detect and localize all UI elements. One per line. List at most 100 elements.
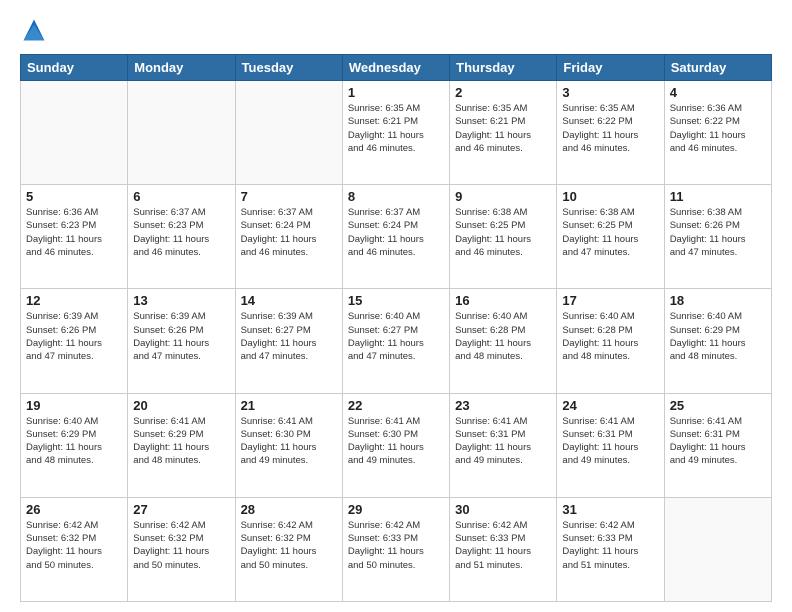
day-number: 6 xyxy=(133,189,229,204)
calendar-cell: 22 Sunrise: 6:41 AM Sunset: 6:30 PM Dayli… xyxy=(342,393,449,497)
calendar-week-1: 5Sunrise: 6:36 AM Sunset: 6:23 PM Daylig… xyxy=(21,185,772,289)
day-number: 19 xyxy=(26,398,122,413)
calendar-cell: 16 Sunrise: 6:40 AM Sunset: 6:28 PM Dayli… xyxy=(450,289,557,393)
day-number: 11 xyxy=(670,189,766,204)
day-info: Sunrise: 6:42 AM Sunset: 6:33 PM Dayligh… xyxy=(455,519,551,572)
day-number: 31 xyxy=(562,502,658,517)
day-number: 17 xyxy=(562,293,658,308)
day-number: 4 xyxy=(670,85,766,100)
weekday-header-friday: Friday xyxy=(557,55,664,81)
day-info: Sunrise: 6:41 AM Sunset: 6:30 PM Dayligh… xyxy=(348,415,444,468)
day-info: Sunrise: 6:36 AM Sunset: 6:22 PM Dayligh… xyxy=(670,102,766,155)
calendar-cell: 1Sunrise: 6:35 AM Sunset: 6:21 PM Daylig… xyxy=(342,81,449,185)
day-info: Sunrise: 6:38 AM Sunset: 6:25 PM Dayligh… xyxy=(562,206,658,259)
weekday-header-tuesday: Tuesday xyxy=(235,55,342,81)
calendar-cell: 31 Sunrise: 6:42 AM Sunset: 6:33 PM Dayli… xyxy=(557,497,664,601)
day-number: 29 xyxy=(348,502,444,517)
calendar-header: SundayMondayTuesdayWednesdayThursdayFrid… xyxy=(21,55,772,81)
calendar-cell: 23 Sunrise: 6:41 AM Sunset: 6:31 PM Dayli… xyxy=(450,393,557,497)
day-number: 14 xyxy=(241,293,337,308)
calendar-week-3: 19 Sunrise: 6:40 AM Sunset: 6:29 PM Dayli… xyxy=(21,393,772,497)
calendar-cell: 17 Sunrise: 6:40 AM Sunset: 6:28 PM Dayli… xyxy=(557,289,664,393)
calendar-cell: 26 Sunrise: 6:42 AM Sunset: 6:32 PM Dayli… xyxy=(21,497,128,601)
calendar-cell: 7Sunrise: 6:37 AM Sunset: 6:24 PM Daylig… xyxy=(235,185,342,289)
day-info: Sunrise: 6:38 AM Sunset: 6:25 PM Dayligh… xyxy=(455,206,551,259)
calendar-cell: 10 Sunrise: 6:38 AM Sunset: 6:25 PM Dayli… xyxy=(557,185,664,289)
calendar-cell: 21 Sunrise: 6:41 AM Sunset: 6:30 PM Dayli… xyxy=(235,393,342,497)
calendar-cell: 27 Sunrise: 6:42 AM Sunset: 6:32 PM Dayli… xyxy=(128,497,235,601)
day-info: Sunrise: 6:41 AM Sunset: 6:31 PM Dayligh… xyxy=(562,415,658,468)
calendar: SundayMondayTuesdayWednesdayThursdayFrid… xyxy=(20,54,772,602)
calendar-cell: 4 Sunrise: 6:36 AM Sunset: 6:22 PM Daylig… xyxy=(664,81,771,185)
weekday-header-wednesday: Wednesday xyxy=(342,55,449,81)
day-info: Sunrise: 6:42 AM Sunset: 6:32 PM Dayligh… xyxy=(133,519,229,572)
calendar-cell: 24 Sunrise: 6:41 AM Sunset: 6:31 PM Dayli… xyxy=(557,393,664,497)
calendar-cell: 12 Sunrise: 6:39 AM Sunset: 6:26 PM Dayli… xyxy=(21,289,128,393)
calendar-cell: 13 Sunrise: 6:39 AM Sunset: 6:26 PM Dayli… xyxy=(128,289,235,393)
day-info: Sunrise: 6:40 AM Sunset: 6:27 PM Dayligh… xyxy=(348,310,444,363)
day-info: Sunrise: 6:42 AM Sunset: 6:32 PM Dayligh… xyxy=(26,519,122,572)
day-info: Sunrise: 6:35 AM Sunset: 6:22 PM Dayligh… xyxy=(562,102,658,155)
day-number: 23 xyxy=(455,398,551,413)
day-number: 16 xyxy=(455,293,551,308)
day-info: Sunrise: 6:41 AM Sunset: 6:31 PM Dayligh… xyxy=(455,415,551,468)
day-number: 20 xyxy=(133,398,229,413)
day-number: 8 xyxy=(348,189,444,204)
day-number: 30 xyxy=(455,502,551,517)
calendar-cell: 9 Sunrise: 6:38 AM Sunset: 6:25 PM Daylig… xyxy=(450,185,557,289)
day-info: Sunrise: 6:42 AM Sunset: 6:33 PM Dayligh… xyxy=(348,519,444,572)
calendar-cell: 18 Sunrise: 6:40 AM Sunset: 6:29 PM Dayli… xyxy=(664,289,771,393)
calendar-body: 1Sunrise: 6:35 AM Sunset: 6:21 PM Daylig… xyxy=(21,81,772,602)
day-info: Sunrise: 6:42 AM Sunset: 6:32 PM Dayligh… xyxy=(241,519,337,572)
calendar-cell xyxy=(235,81,342,185)
day-info: Sunrise: 6:37 AM Sunset: 6:23 PM Dayligh… xyxy=(133,206,229,259)
day-info: Sunrise: 6:40 AM Sunset: 6:29 PM Dayligh… xyxy=(26,415,122,468)
calendar-cell: 11 Sunrise: 6:38 AM Sunset: 6:26 PM Dayli… xyxy=(664,185,771,289)
weekday-header-row: SundayMondayTuesdayWednesdayThursdayFrid… xyxy=(21,55,772,81)
calendar-cell: 20 Sunrise: 6:41 AM Sunset: 6:29 PM Dayli… xyxy=(128,393,235,497)
day-info: Sunrise: 6:37 AM Sunset: 6:24 PM Dayligh… xyxy=(348,206,444,259)
day-info: Sunrise: 6:35 AM Sunset: 6:21 PM Dayligh… xyxy=(348,102,444,155)
calendar-cell xyxy=(664,497,771,601)
calendar-week-4: 26 Sunrise: 6:42 AM Sunset: 6:32 PM Dayli… xyxy=(21,497,772,601)
day-info: Sunrise: 6:38 AM Sunset: 6:26 PM Dayligh… xyxy=(670,206,766,259)
page: SundayMondayTuesdayWednesdayThursdayFrid… xyxy=(0,0,792,612)
day-number: 21 xyxy=(241,398,337,413)
calendar-cell: 30 Sunrise: 6:42 AM Sunset: 6:33 PM Dayli… xyxy=(450,497,557,601)
day-info: Sunrise: 6:35 AM Sunset: 6:21 PM Dayligh… xyxy=(455,102,551,155)
calendar-cell: 29 Sunrise: 6:42 AM Sunset: 6:33 PM Dayli… xyxy=(342,497,449,601)
day-number: 18 xyxy=(670,293,766,308)
calendar-cell xyxy=(21,81,128,185)
day-info: Sunrise: 6:42 AM Sunset: 6:33 PM Dayligh… xyxy=(562,519,658,572)
day-info: Sunrise: 6:40 AM Sunset: 6:28 PM Dayligh… xyxy=(455,310,551,363)
day-info: Sunrise: 6:41 AM Sunset: 6:29 PM Dayligh… xyxy=(133,415,229,468)
calendar-cell: 2Sunrise: 6:35 AM Sunset: 6:21 PM Daylig… xyxy=(450,81,557,185)
day-number: 26 xyxy=(26,502,122,517)
day-number: 5 xyxy=(26,189,122,204)
calendar-cell: 28 Sunrise: 6:42 AM Sunset: 6:32 PM Dayli… xyxy=(235,497,342,601)
day-number: 27 xyxy=(133,502,229,517)
day-number: 9 xyxy=(455,189,551,204)
day-number: 3 xyxy=(562,85,658,100)
day-info: Sunrise: 6:39 AM Sunset: 6:26 PM Dayligh… xyxy=(26,310,122,363)
day-info: Sunrise: 6:41 AM Sunset: 6:31 PM Dayligh… xyxy=(670,415,766,468)
day-info: Sunrise: 6:39 AM Sunset: 6:27 PM Dayligh… xyxy=(241,310,337,363)
day-info: Sunrise: 6:41 AM Sunset: 6:30 PM Dayligh… xyxy=(241,415,337,468)
day-info: Sunrise: 6:40 AM Sunset: 6:29 PM Dayligh… xyxy=(670,310,766,363)
day-info: Sunrise: 6:39 AM Sunset: 6:26 PM Dayligh… xyxy=(133,310,229,363)
calendar-cell: 25Sunrise: 6:41 AM Sunset: 6:31 PM Dayli… xyxy=(664,393,771,497)
day-number: 12 xyxy=(26,293,122,308)
weekday-header-sunday: Sunday xyxy=(21,55,128,81)
calendar-cell: 8 Sunrise: 6:37 AM Sunset: 6:24 PM Daylig… xyxy=(342,185,449,289)
header xyxy=(20,16,772,44)
calendar-cell: 6 Sunrise: 6:37 AM Sunset: 6:23 PM Daylig… xyxy=(128,185,235,289)
day-number: 24 xyxy=(562,398,658,413)
day-info: Sunrise: 6:37 AM Sunset: 6:24 PM Dayligh… xyxy=(241,206,337,259)
calendar-week-2: 12 Sunrise: 6:39 AM Sunset: 6:26 PM Dayli… xyxy=(21,289,772,393)
day-number: 10 xyxy=(562,189,658,204)
day-number: 28 xyxy=(241,502,337,517)
day-info: Sunrise: 6:40 AM Sunset: 6:28 PM Dayligh… xyxy=(562,310,658,363)
day-number: 13 xyxy=(133,293,229,308)
calendar-cell xyxy=(128,81,235,185)
day-number: 22 xyxy=(348,398,444,413)
